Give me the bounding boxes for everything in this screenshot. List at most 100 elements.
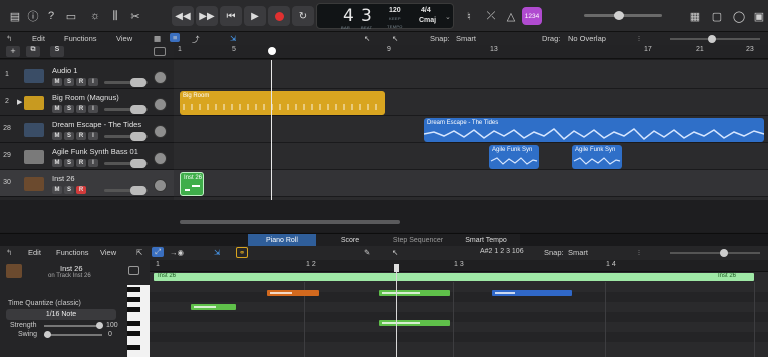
pr-zoom-slider[interactable]: [670, 249, 760, 257]
horizontal-scrollbar[interactable]: [180, 220, 400, 224]
volume-slider[interactable]: [104, 186, 148, 195]
midi-note[interactable]: [379, 320, 450, 326]
volume-knob[interactable]: [130, 78, 146, 87]
tracks-view-menu[interactable]: View: [116, 34, 132, 43]
pr-playhead-handle[interactable]: [394, 264, 399, 272]
tracks-snap-select[interactable]: Smart: [456, 34, 476, 43]
track-header-big-room[interactable]: 2 ▶ Big Room (Magnus) M S R I: [0, 89, 174, 116]
master-volume-knob[interactable]: [614, 11, 624, 20]
disclosure-triangle-icon[interactable]: ▶: [17, 98, 22, 106]
automation-icon[interactable]: ⤴: [192, 34, 200, 45]
mute-button[interactable]: M: [52, 159, 62, 167]
black-key[interactable]: [127, 297, 140, 302]
lane-inst-26[interactable]: [174, 170, 768, 197]
strength-knob[interactable]: [96, 322, 103, 329]
browser-icon[interactable]: ▣: [750, 7, 768, 25]
midi-note[interactable]: [379, 290, 450, 296]
region-agile-funk-2[interactable]: Agile Funk Syn: [572, 145, 622, 169]
track-name[interactable]: Audio 1: [52, 66, 77, 75]
input-monitor-button[interactable]: I: [88, 105, 98, 113]
midi-note[interactable]: [267, 290, 319, 296]
grid-view-icon[interactable]: ▦: [154, 34, 161, 43]
pr-chain-icon[interactable]: ⚭: [236, 247, 249, 258]
mixer-icon[interactable]: ⫼: [106, 7, 124, 25]
tracks-edit-menu[interactable]: Edit: [32, 34, 45, 43]
fast-forward-button[interactable]: ▶▶: [196, 6, 218, 26]
pan-knob[interactable]: [154, 98, 167, 111]
track-name[interactable]: Inst 26: [52, 174, 75, 183]
zoom-knob[interactable]: [708, 35, 716, 43]
input-monitor-button[interactable]: I: [88, 78, 98, 86]
pr-functions-menu[interactable]: Functions: [56, 248, 89, 257]
solo-button[interactable]: S: [64, 159, 74, 167]
loop-browser-icon[interactable]: ◯: [730, 7, 748, 25]
solo-button[interactable]: S: [64, 78, 74, 86]
pr-link-icon[interactable]: ⇲: [214, 248, 220, 257]
go-to-beginning-button[interactable]: ⏮: [220, 6, 242, 26]
master-volume-slider[interactable]: [584, 11, 662, 20]
add-track-button[interactable]: +: [6, 46, 20, 57]
midi-note[interactable]: [492, 290, 572, 296]
note-pad-icon[interactable]: ▢: [708, 7, 726, 25]
library-icon[interactable]: ▤: [6, 7, 24, 25]
record-enable-button[interactable]: R: [76, 186, 86, 194]
track-header-inst-26[interactable]: 30 Inst 26 M S R: [0, 170, 174, 197]
tracks-drag-select[interactable]: No Overlap: [568, 34, 606, 43]
pr-brush-tool-icon[interactable]: ✎: [364, 248, 370, 257]
lcd-display[interactable]: 4 3 BAR BEAT 120 KEEP TEMPO 4/4 Cmaj ⌄: [316, 3, 454, 30]
pr-pointer-tool-icon[interactable]: ↖: [392, 248, 398, 257]
pan-knob[interactable]: [154, 125, 167, 138]
solo-button[interactable]: S: [64, 105, 74, 113]
lane-agile-funk[interactable]: [174, 143, 768, 170]
mute-button[interactable]: M: [52, 78, 62, 86]
metronome-icon[interactable]: △: [502, 7, 520, 25]
input-monitor-button[interactable]: I: [88, 159, 98, 167]
pencil-tool-icon[interactable]: ↖: [392, 34, 398, 43]
piano-roll-grid[interactable]: Inst 26 Inst 26: [150, 272, 768, 357]
global-solo-button[interactable]: S: [50, 46, 64, 57]
volume-slider[interactable]: [104, 159, 148, 168]
volume-knob[interactable]: [130, 105, 146, 114]
pan-knob[interactable]: [154, 71, 167, 84]
pan-knob[interactable]: [154, 152, 167, 165]
horizontal-zoom-slider[interactable]: [670, 35, 760, 43]
timeline-ruler[interactable]: 1 5 9 13 17 21 23: [174, 45, 768, 59]
quantize-select[interactable]: 1/16 Note: [6, 309, 116, 320]
solo-button[interactable]: S: [64, 132, 74, 140]
pr-catch-icon[interactable]: ⤢: [152, 247, 164, 257]
record-enable-button[interactable]: R: [76, 159, 86, 167]
track-list-options-icon[interactable]: [154, 47, 166, 56]
mute-button[interactable]: M: [52, 132, 62, 140]
lcd-menu-chevron-icon[interactable]: ⌄: [445, 13, 451, 21]
record-enable-button[interactable]: R: [76, 78, 86, 86]
record-button[interactable]: [268, 6, 290, 26]
lane-audio-1[interactable]: [174, 62, 768, 89]
pr-edit-menu[interactable]: Edit: [28, 248, 41, 257]
black-key[interactable]: [127, 321, 140, 326]
region-agile-funk-1[interactable]: Agile Funk Syn: [489, 145, 539, 169]
pr-snap-select[interactable]: Smart: [568, 248, 588, 257]
track-name[interactable]: Big Room (Magnus): [52, 93, 119, 102]
track-header-dream-escape[interactable]: 28 Dream Escape - The Tides M S R I: [0, 116, 174, 143]
waveform-zoom-icon[interactable]: ⫶: [638, 34, 640, 44]
list-editors-icon[interactable]: ▦: [686, 7, 704, 25]
black-key[interactable]: [127, 287, 140, 292]
pr-collapse-icon[interactable]: ⇱: [136, 248, 142, 257]
pr-back-icon[interactable]: ↰: [6, 248, 12, 257]
count-in-button[interactable]: 1234: [522, 7, 542, 25]
strength-slider[interactable]: [44, 322, 103, 329]
piano-roll-ruler[interactable]: 1 1 2 1 3 1 4: [150, 260, 768, 272]
black-key[interactable]: [127, 331, 140, 336]
pr-region-bar[interactable]: Inst 26 Inst 26: [154, 273, 754, 281]
inspector-icon[interactable]: ⓘ: [24, 7, 42, 25]
editors-icon[interactable]: ✂: [126, 7, 144, 25]
region-big-room[interactable]: Big Room: [180, 91, 385, 115]
region-dream-escape[interactable]: Dream Escape - The Tides: [424, 118, 764, 142]
play-button[interactable]: ▶: [244, 6, 266, 26]
black-key[interactable]: [127, 345, 140, 350]
midi-note[interactable]: [191, 304, 236, 310]
region-inst-26[interactable]: Inst 26: [180, 172, 204, 196]
rewind-button[interactable]: ◀◀: [172, 6, 194, 26]
swing-slider[interactable]: [44, 331, 102, 338]
record-enable-button[interactable]: R: [76, 132, 86, 140]
